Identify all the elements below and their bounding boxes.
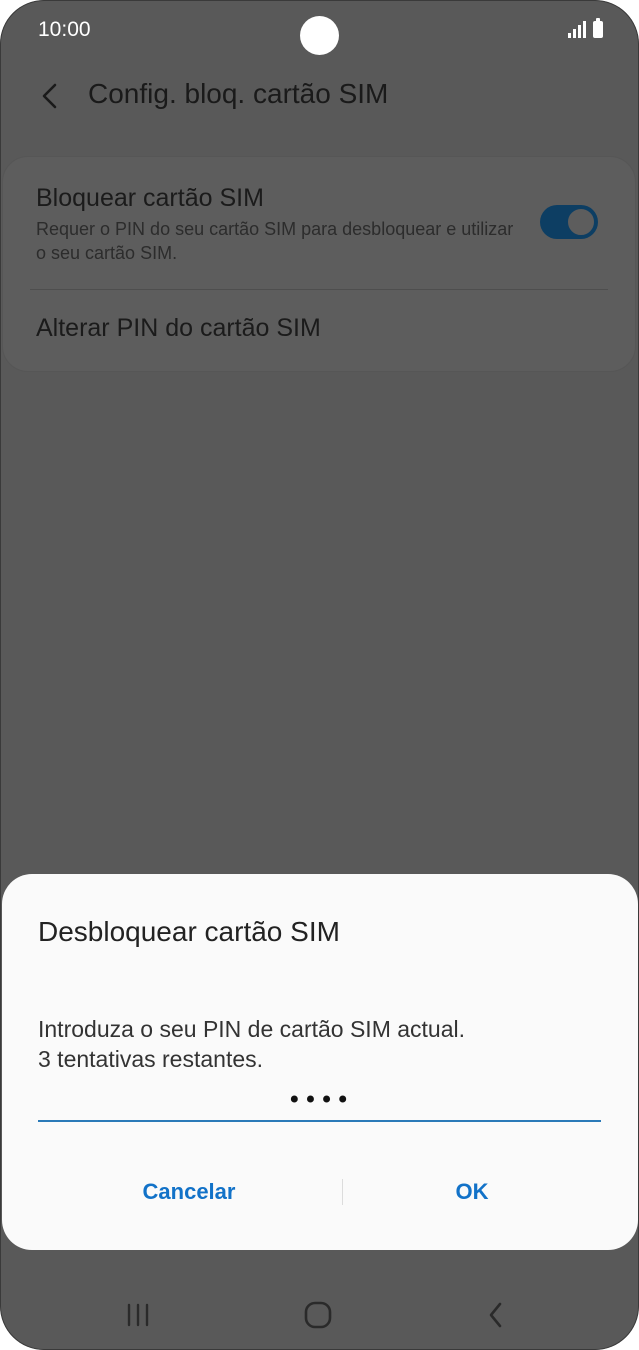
dialog-title: Desbloquear cartão SIM: [38, 916, 340, 947]
divider: [30, 289, 608, 290]
lock-sim-title: Bloquear cartão SIM: [36, 184, 264, 212]
ok-button[interactable]: OK: [342, 1170, 602, 1214]
nav-recents-button[interactable]: [110, 1290, 166, 1340]
status-time: 10:00: [38, 18, 91, 41]
back-icon: [489, 1302, 502, 1328]
nav-home-button[interactable]: [290, 1290, 346, 1340]
home-icon: [304, 1301, 332, 1329]
unlock-sim-dialog: Desbloquear cartão SIM Introduza o seu P…: [2, 874, 638, 1250]
dialog-message-line1: Introduza o seu PIN de cartão SIM actual…: [38, 1016, 466, 1042]
dialog-message-line2: 3 tentativas restantes.: [38, 1046, 264, 1072]
nav-back-button[interactable]: [468, 1290, 524, 1340]
lock-sim-row[interactable]: Bloquear cartão SIM Requer o PIN do seu …: [36, 183, 536, 265]
status-icons: [568, 18, 603, 38]
signal-icon: [568, 20, 586, 38]
page-title: Config. bloq. cartão SIM: [88, 78, 389, 109]
battery-icon: [593, 18, 603, 38]
phone-screen: 10:00 Config. bloq. cartão SIM Bloquear …: [0, 0, 639, 1350]
pin-input[interactable]: [38, 1080, 601, 1122]
cancel-button[interactable]: Cancelar: [38, 1170, 340, 1214]
lock-sim-toggle[interactable]: [540, 205, 598, 239]
chevron-left-icon: [42, 83, 57, 109]
recents-icon: [127, 1303, 149, 1327]
front-camera: [300, 16, 339, 55]
change-pin-row[interactable]: Alterar PIN do cartão SIM: [36, 314, 321, 343]
dialog-message: Introduza o seu PIN de cartão SIM actual…: [38, 1014, 465, 1074]
back-button[interactable]: [30, 74, 70, 118]
lock-sim-subtitle: Requer o PIN do seu cartão SIM para desb…: [36, 219, 514, 263]
toggle-knob: [566, 207, 596, 237]
